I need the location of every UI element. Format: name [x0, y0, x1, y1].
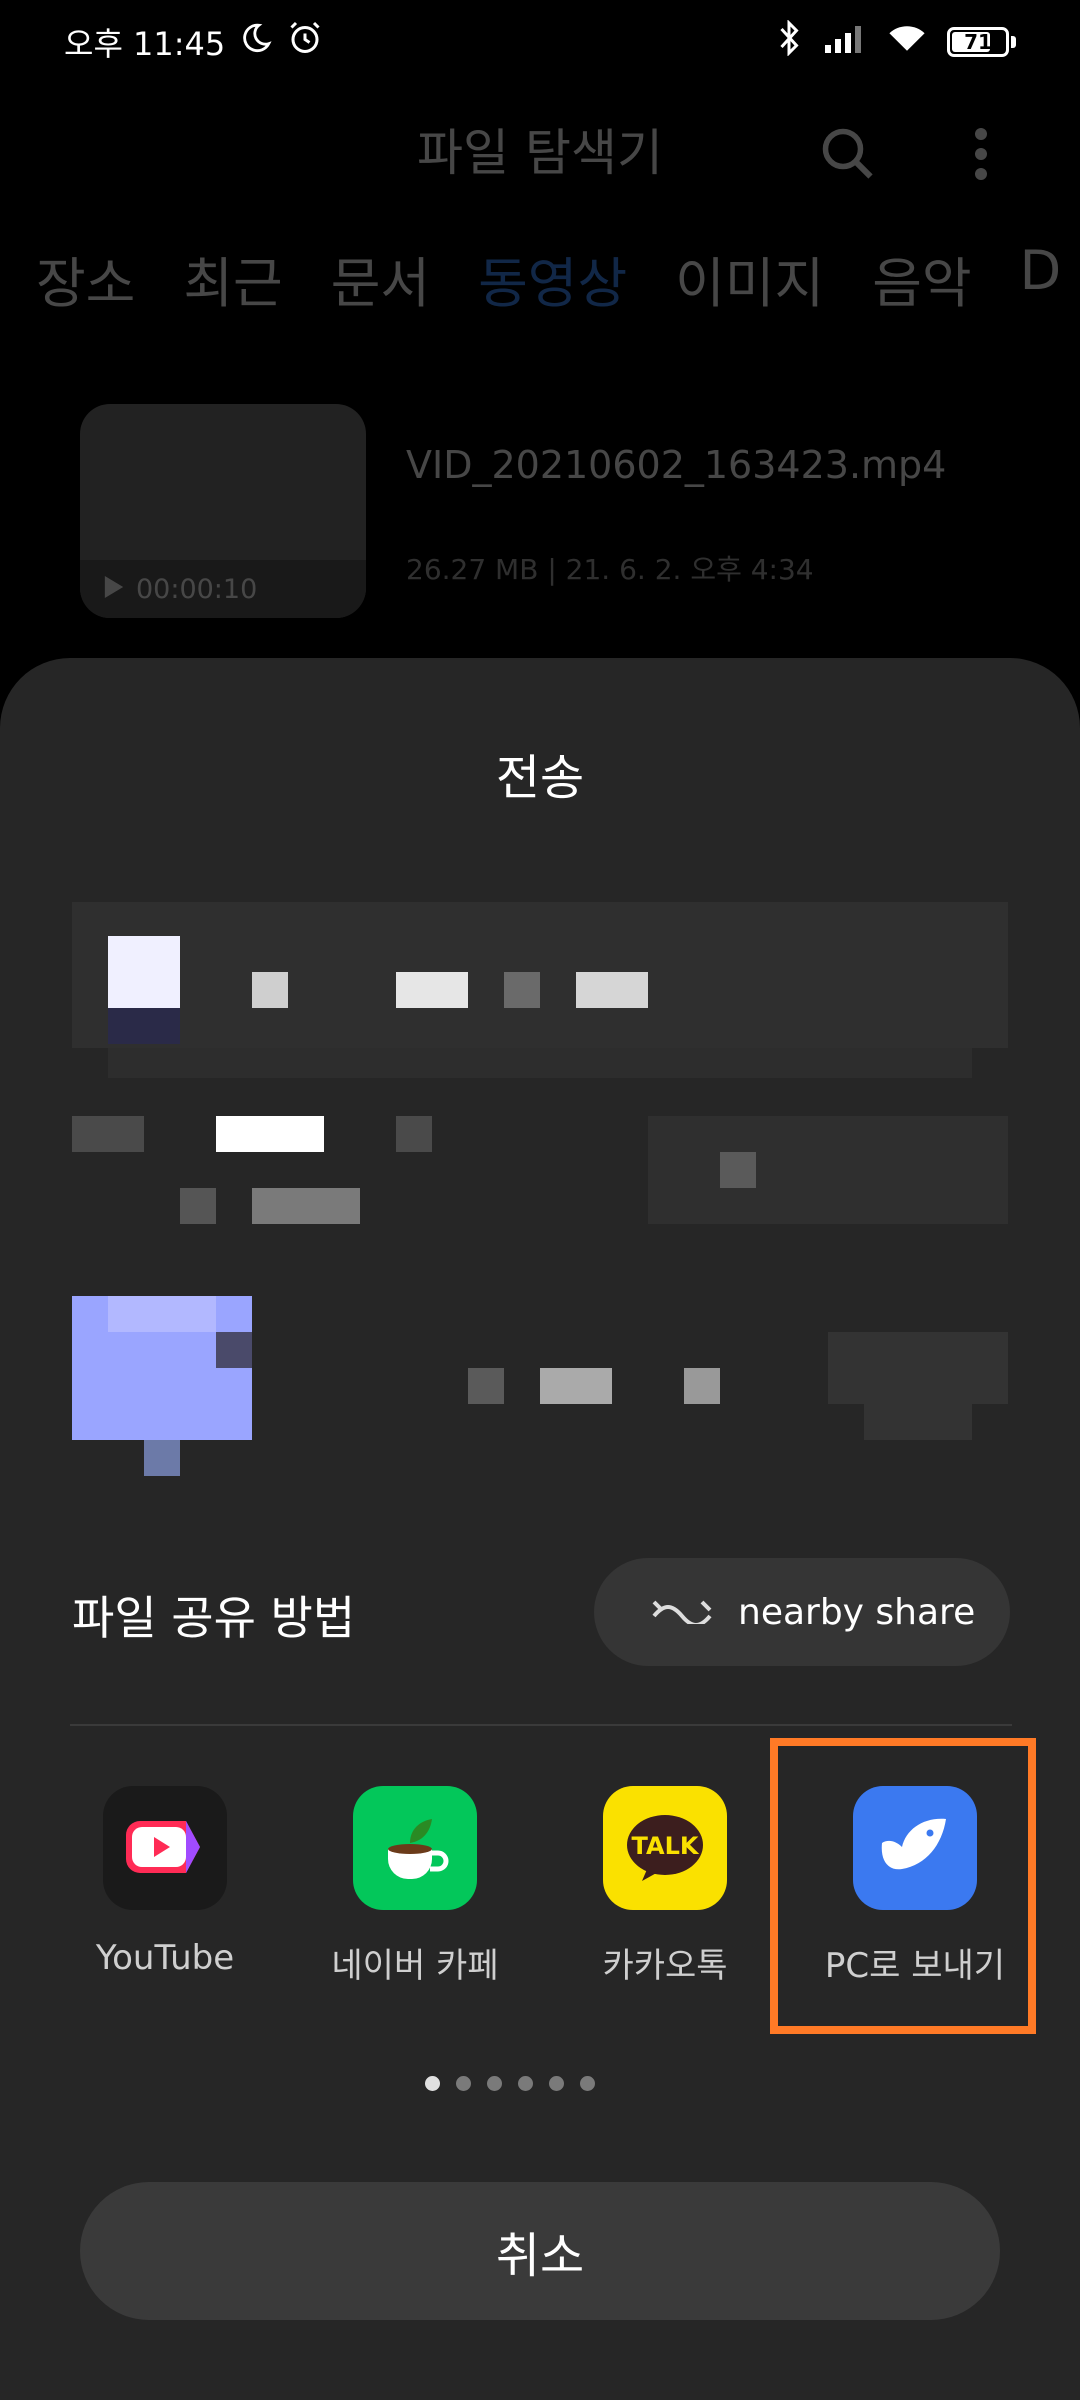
tab-documents[interactable]: 문서	[331, 239, 430, 318]
app-bar: 파일 탐색기	[0, 84, 1080, 214]
svg-text:TALK: TALK	[632, 1832, 700, 1860]
app-label-naver-cafe: 네이버 카페	[331, 1946, 499, 1986]
nearby-share-icon	[650, 1592, 714, 1633]
wifi-icon	[887, 22, 927, 62]
share-method-label: 파일 공유 방법	[72, 1591, 356, 1645]
file-name: VID_20210602_163423.mp4	[406, 443, 947, 487]
tab-more[interactable]: D	[1020, 239, 1062, 318]
tab-recent[interactable]: 최근	[183, 239, 282, 318]
moon-icon	[239, 21, 273, 63]
page-indicator	[0, 2076, 1050, 2091]
nearby-share-button[interactable]: nearby share	[594, 1558, 1010, 1666]
category-tabs: 장소 최근 문서 동영상 이미지 음악 D	[0, 225, 1080, 325]
page-dot	[487, 2076, 502, 2091]
youtube-icon	[103, 1786, 227, 1910]
file-meta: 26.27 MB | 21. 6. 2. 오후 4:34	[406, 553, 814, 586]
file-list-item[interactable]: 00:00:10 VID_20210602_163423.mp4 26.27 M…	[80, 404, 1000, 618]
battery-level: 71	[964, 30, 992, 54]
app-label-youtube: YouTube	[95, 1938, 235, 1978]
page-dot	[549, 2076, 564, 2091]
nearby-share-label: nearby share	[738, 1591, 976, 1633]
tab-music[interactable]: 음악	[872, 239, 971, 318]
status-bar: 오후 11:45 71	[0, 0, 1080, 84]
kakaotalk-icon: TALK	[603, 1786, 727, 1910]
status-time: 오후 11:45	[64, 25, 226, 63]
sheet-title: 전송	[495, 750, 585, 806]
more-icon[interactable]	[966, 124, 996, 188]
signal-icon	[823, 23, 867, 61]
naver-cafe-icon	[353, 1786, 477, 1910]
tab-images[interactable]: 이미지	[675, 239, 824, 318]
page-dot	[425, 2076, 440, 2091]
tab-videos[interactable]: 동영상	[478, 239, 627, 318]
app-label-kakaotalk: 카카오톡	[602, 1946, 728, 1986]
tab-places[interactable]: 장소	[36, 239, 135, 318]
page-dot	[518, 2076, 533, 2091]
highlight-box	[770, 1738, 1036, 2034]
app-title: 파일 탐색기	[417, 124, 663, 182]
search-icon[interactable]	[818, 124, 878, 188]
bluetooth-icon	[775, 19, 803, 64]
share-app-naver-cafe[interactable]: 네이버 카페	[290, 1786, 540, 1987]
divider	[70, 1724, 1012, 1726]
video-thumbnail: 00:00:10	[80, 404, 366, 618]
share-sheet: 전송 파일 공유 방법 nearby share YouTube 네이버 카페 …	[0, 658, 1080, 2400]
video-duration: 00:00:10	[136, 573, 258, 605]
battery-icon: 71	[947, 27, 1016, 57]
play-icon	[104, 574, 124, 605]
page-dot	[456, 2076, 471, 2091]
share-app-kakaotalk[interactable]: TALK 카카오톡	[540, 1786, 790, 1987]
cancel-button[interactable]: 취소	[80, 2182, 1000, 2320]
share-app-youtube[interactable]: YouTube	[40, 1786, 290, 1978]
page-dot	[580, 2076, 595, 2091]
alarm-icon	[287, 20, 323, 64]
